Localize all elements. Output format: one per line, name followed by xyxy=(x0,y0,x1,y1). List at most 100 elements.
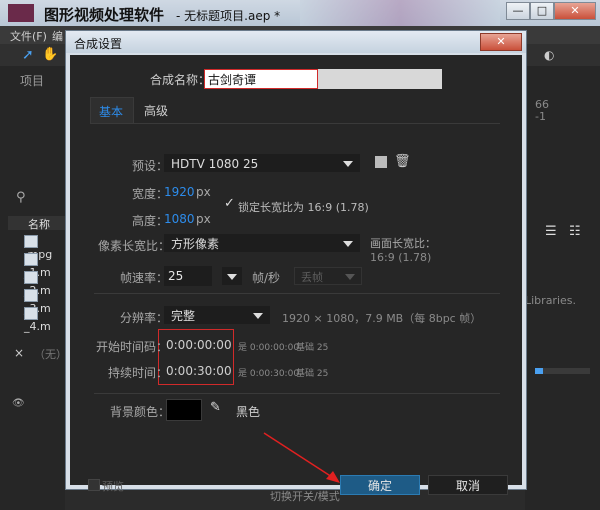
preview-checkbox[interactable] xyxy=(88,479,100,491)
maximize-button[interactable]: □ xyxy=(530,2,554,20)
tab-basic[interactable]: 基本 xyxy=(90,97,134,123)
frame-rate-input[interactable]: 25 xyxy=(164,266,212,286)
view-options-icon[interactable]: ◐ xyxy=(544,48,554,62)
duration-label: 持续时间： xyxy=(108,366,169,380)
chevron-down-icon xyxy=(343,161,353,167)
list-view-icon[interactable]: ☰ xyxy=(545,224,557,239)
preset-select[interactable]: HDTV 1080 25 xyxy=(164,154,360,172)
list-item[interactable]: _2.m xyxy=(24,270,66,297)
app-titlebar: 图形视频处理软件 - 无标题项目.aep * — □ ✕ xyxy=(0,0,600,26)
footage-file-icon xyxy=(24,306,38,320)
search-icon[interactable]: ⚲ xyxy=(16,190,26,205)
project-tab[interactable]: 项目 xyxy=(20,72,44,89)
dialog-body: 合成名称： 古剑奇谭 基本 高级 预设： HDTV 1080 25 🗑 宽度： … xyxy=(70,55,522,495)
app-logo xyxy=(8,4,34,22)
resolution-info: 1920 × 1080，7.9 MB（每 8bpc 帧） xyxy=(282,312,482,325)
footage-file-icon xyxy=(24,234,38,248)
frame-rate-value: 25 xyxy=(168,269,184,283)
width-label: 宽度： xyxy=(132,187,169,201)
info-panel: 66 -1 ☰ ☷ Libraries. xyxy=(525,66,600,510)
list-item[interactable]: _1.m xyxy=(24,252,66,279)
tab-basic-label: 基本 xyxy=(99,105,124,119)
lock-aspect-checkbox[interactable]: ✓ xyxy=(224,196,235,211)
duration-info: 是 0:00:30:00 xyxy=(238,369,300,379)
height-value[interactable]: 1080 xyxy=(164,212,195,226)
ok-button[interactable]: 确定 xyxy=(340,475,420,495)
cancel-button[interactable]: 取消 xyxy=(428,475,508,495)
tab-advanced[interactable]: 高级 xyxy=(134,97,178,123)
frame-aspect-label: 画面长宽比： xyxy=(370,237,436,250)
start-timecode-label: 开始时间码： xyxy=(96,340,169,354)
app-title: 图形视频处理软件 xyxy=(44,6,165,24)
comp-name-highlight: 古剑奇谭 xyxy=(204,69,318,89)
footage-file-icon xyxy=(24,288,38,302)
resolution-label: 分辨率： xyxy=(120,311,169,325)
start-timecode-value[interactable]: 0:00:00:00 xyxy=(166,338,232,352)
save-preset-icon[interactable] xyxy=(375,156,387,168)
project-panel: 项目 ⚲ 名称 .mpg _1.m _2.m _3.m _4.m × （无） 👁 xyxy=(0,66,67,510)
titlebar-decoration xyxy=(300,0,500,26)
frame-rate-dropdown[interactable] xyxy=(222,267,242,285)
start-timecode-base: 基础 25 xyxy=(296,343,329,353)
menu-edit[interactable]: 编 xyxy=(52,28,63,44)
divider xyxy=(94,393,500,394)
minimize-button[interactable]: — xyxy=(506,2,530,20)
preset-value: HDTV 1080 25 xyxy=(171,157,259,171)
bg-color-swatch[interactable] xyxy=(166,399,202,421)
duration-value[interactable]: 0:00:30:00 xyxy=(166,364,232,378)
height-label: 高度： xyxy=(132,214,169,228)
file-name: _4.m xyxy=(24,319,51,333)
none-label: （无） xyxy=(34,348,67,361)
pixel-aspect-select[interactable]: 方形像素 xyxy=(164,234,360,252)
arrow-annotation xyxy=(263,432,340,483)
list-item[interactable]: .mpg xyxy=(24,234,66,261)
libraries-text: Libraries. xyxy=(525,294,577,307)
app-close-button[interactable]: ✕ xyxy=(554,2,596,20)
hand-tool-icon[interactable]: ✋ xyxy=(42,47,58,62)
bg-color-label: 背景颜色： xyxy=(110,405,171,419)
footage-file-icon xyxy=(24,252,38,266)
close-icon[interactable]: × xyxy=(14,346,24,360)
composition-settings-dialog: 合成设置 ✕ 合成名称： 古剑奇谭 基本 高级 预设： HDTV 1080 25… xyxy=(65,30,527,495)
chevron-down-icon xyxy=(345,274,355,280)
divider xyxy=(94,293,500,294)
toggle-modes-label[interactable]: 切换开关/模式 xyxy=(270,488,340,504)
pixel-aspect-label: 像素长宽比： xyxy=(98,239,171,253)
delete-preset-icon[interactable]: 🗑 xyxy=(394,154,411,169)
frame-aspect-value: 16:9 (1.78) xyxy=(370,251,432,264)
lock-aspect-label: 锁定长宽比为 16:9 (1.78) xyxy=(238,201,369,214)
grid-view-icon[interactable]: ☷ xyxy=(569,224,581,239)
chevron-down-icon xyxy=(253,313,263,319)
chevron-down-icon xyxy=(343,241,353,247)
app-subtitle: - 无标题项目.aep * xyxy=(176,9,281,23)
drop-frame-value: 丢帧 xyxy=(301,271,323,284)
dialog-title: 合成设置 xyxy=(74,37,123,51)
menu-file[interactable]: 文件(F) xyxy=(10,28,47,44)
tab-bar: 基本 高级 xyxy=(90,97,500,124)
tab-advanced-label: 高级 xyxy=(144,104,169,118)
list-item[interactable]: _4.m xyxy=(24,306,66,333)
info-value-2: -1 xyxy=(535,110,546,123)
preset-label: 预设： xyxy=(132,159,169,173)
frame-rate-unit: 帧/秒 xyxy=(252,271,281,285)
start-timecode-info: 是 0:00:00:00 xyxy=(238,343,300,353)
timeline-slider[interactable] xyxy=(535,368,590,374)
duration-base: 基础 25 xyxy=(296,369,329,379)
list-item[interactable]: _3.m xyxy=(24,288,66,315)
name-column-header[interactable]: 名称 xyxy=(28,216,50,232)
width-value[interactable]: 1920 xyxy=(164,185,195,199)
height-unit: px xyxy=(196,212,211,226)
selection-tool-icon[interactable]: ➚ xyxy=(22,47,34,63)
eyedropper-icon[interactable]: ✎ xyxy=(210,400,221,415)
timeline-slider-thumb[interactable] xyxy=(535,368,543,374)
footage-file-icon xyxy=(24,270,38,284)
visibility-icon[interactable]: 👁 xyxy=(12,398,25,409)
pixel-aspect-value: 方形像素 xyxy=(171,237,220,251)
resolution-select[interactable]: 完整 xyxy=(164,306,270,324)
dialog-close-button[interactable]: ✕ xyxy=(480,33,522,51)
comp-name-field[interactable]: 古剑奇谭 xyxy=(204,69,442,89)
chevron-down-icon xyxy=(227,274,237,280)
preview-label: 预览 xyxy=(102,480,124,493)
bg-color-name: 黑色 xyxy=(236,405,261,419)
dialog-titlebar: 合成设置 ✕ xyxy=(66,31,526,53)
